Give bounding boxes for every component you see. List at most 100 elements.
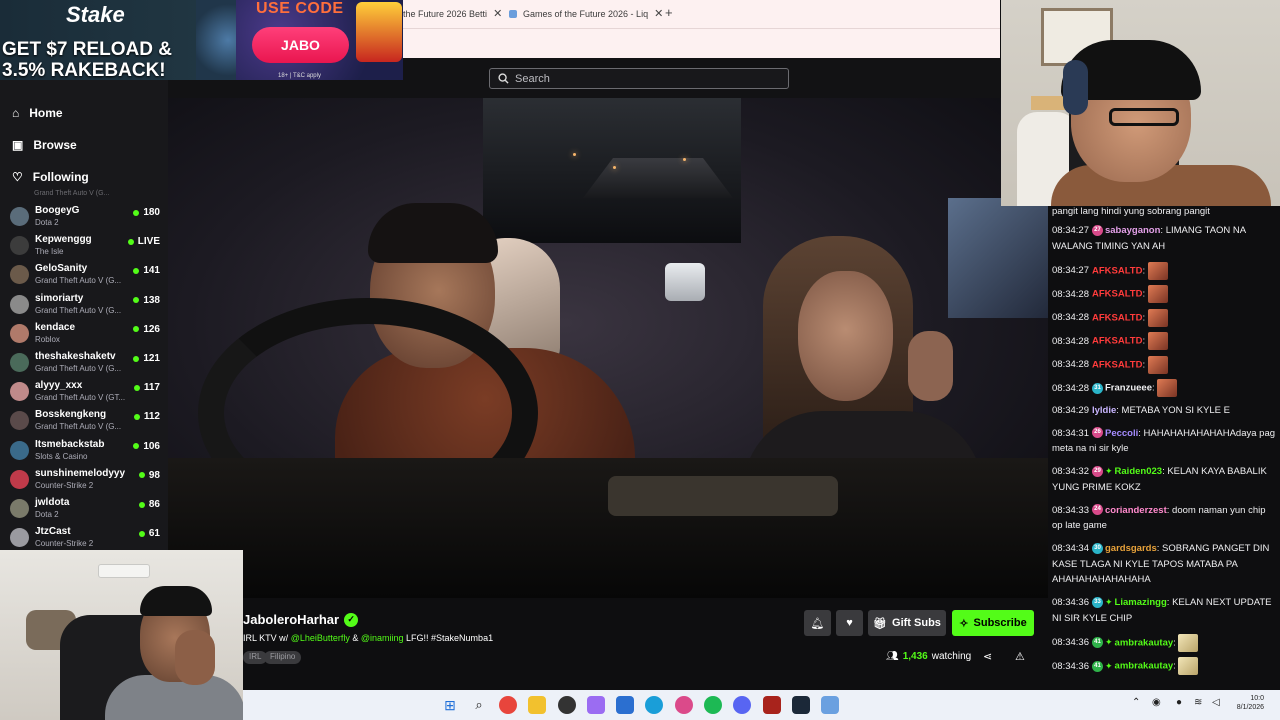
sidebar-channel-item[interactable]: BoogeyG Dota 2 180 (10, 204, 160, 232)
sidebar-channel-item[interactable]: jwldota Dota 2 86 (10, 496, 160, 524)
sidebar-channel-item[interactable]: simoriarty Grand Theft Auto V (G... 138 (10, 292, 160, 320)
report-icon[interactable]: ⚠ (1015, 650, 1025, 663)
live-dot-icon (133, 326, 140, 333)
gift-subs-button[interactable]: 🎁︎ Gift Subs (868, 610, 946, 636)
sidebar-channel-item[interactable]: GeloSanity Grand Theft Auto V (G... 141 (10, 262, 160, 290)
chat-username[interactable]: AFKSALTD (1092, 312, 1142, 323)
steam-icon[interactable] (792, 696, 810, 714)
nav-following[interactable]: ♡ Following (12, 170, 89, 184)
sub-badge-icon: 27 (1091, 224, 1103, 236)
tab-title: Games of the Future 2026 - Liq (523, 8, 649, 19)
search-input[interactable] (515, 72, 775, 85)
edge-icon[interactable] (645, 696, 663, 714)
file-explorer-icon[interactable] (528, 696, 546, 714)
chat-username[interactable]: ambrakautay (1115, 637, 1174, 648)
diamond-badge-icon: ✦ (1104, 466, 1113, 476)
mention-link[interactable]: @LheiButterfly (291, 633, 350, 643)
sidebar-channel-item[interactable]: sunshinemelodyyy Counter-Strike 2 98 (10, 467, 160, 495)
chat-username[interactable]: Franzueee (1105, 383, 1152, 394)
sidebar-channel-item[interactable]: alyyy_xxx Grand Theft Auto V (GT... 117 (10, 379, 160, 407)
tray-app-icon[interactable]: ◉ (1152, 697, 1161, 708)
search-box[interactable] (489, 68, 789, 89)
chat-username[interactable]: AFKSALTD (1092, 336, 1142, 347)
discord-icon[interactable] (733, 696, 751, 714)
store-icon[interactable] (616, 696, 634, 714)
copilot-icon[interactable] (587, 696, 605, 714)
diamond-badge-icon: ✦ (1104, 637, 1113, 648)
chat-username[interactable]: ambrakautay (1115, 661, 1174, 672)
browser-tab-strip: the Future 2026 Betti ✕ Games of the Fut… (403, 0, 1000, 58)
channel-viewers: 117 (133, 382, 160, 393)
chat-text: : (1173, 660, 1176, 672)
ad-banner[interactable]: Stake GET $7 RELOAD & 3.5% RAKEBACK! USE… (0, 0, 403, 80)
channel-game: Counter-Strike 2 (35, 539, 94, 549)
windows-start-icon[interactable]: ⊞ (441, 696, 459, 714)
app-icon[interactable] (558, 696, 576, 714)
taskbar-search-icon[interactable]: ⌕ (470, 696, 488, 714)
wifi-icon[interactable]: ≋ (1194, 697, 1202, 708)
headset (1063, 60, 1088, 115)
streamer-name[interactable]: JaboleroHarhar ✓ (243, 612, 359, 627)
ad-promo-code[interactable]: JABO (252, 27, 349, 63)
follow-button[interactable]: ♥ (836, 610, 863, 636)
chat-username[interactable]: Peccoli (1105, 428, 1138, 439)
new-tab-icon[interactable]: + (665, 5, 673, 20)
sub-badge-icon: 24 (1091, 504, 1103, 516)
microphone-icon[interactable]: ● (1176, 697, 1182, 708)
chat-username[interactable]: AFKSALTD (1092, 289, 1142, 300)
channel-viewers: 61 (138, 528, 160, 539)
chat-panel: pangit lang hindi yung sobrang pangit 08… (1048, 204, 1280, 690)
sidebar-channel-item[interactable]: Bosskengkeng Grand Theft Auto V (G... 112 (10, 408, 160, 436)
notification-bell-button[interactable]: 🔔︎ (804, 610, 831, 636)
search-icon (498, 73, 509, 84)
nav-browse[interactable]: ▣ Browse (12, 138, 77, 152)
ad-ball-graphic (196, 0, 236, 80)
chat-username[interactable]: gardsgards (1105, 543, 1157, 554)
close-tab-icon[interactable]: ✕ (493, 7, 502, 20)
channel-game: Grand Theft Auto V (G... (35, 422, 122, 432)
nav-home[interactable]: ⌂ Home (12, 106, 63, 120)
passenger-face (798, 271, 893, 401)
tab-favicon-icon (509, 9, 517, 18)
chrome-icon[interactable] (499, 696, 517, 714)
chrome-profile-icon[interactable] (675, 696, 693, 714)
chat-username[interactable]: sabayganon (1105, 225, 1160, 236)
dota-icon[interactable] (763, 696, 781, 714)
subscribe-button[interactable]: ✧ Subscribe (952, 610, 1034, 636)
browser-tab[interactable]: the Future 2026 Betti ✕ (403, 6, 502, 21)
street-light (683, 158, 686, 161)
channel-game: Dota 2 (35, 510, 59, 519)
volume-icon[interactable]: ◁ (1212, 697, 1220, 708)
share-icon[interactable]: ⋖ (983, 650, 992, 663)
notepad-icon[interactable] (821, 696, 839, 714)
chat-username[interactable]: AFKSALTD (1092, 359, 1142, 370)
chat-username[interactable]: corianderzest (1105, 505, 1167, 516)
spotify-icon[interactable] (704, 696, 722, 714)
chat-timestamp: 08:34:36 (1052, 660, 1089, 672)
chat-username[interactable]: Raiden023 (1115, 466, 1163, 477)
glasses (1109, 108, 1179, 126)
sidebar-channel-item[interactable]: theshakeshaketv Grand Theft Auto V (G... 1… (10, 350, 160, 378)
mention-link[interactable]: @inamiing (361, 633, 404, 643)
sidebar-channel-item[interactable]: Kepwenggg The Isle LIVE (10, 233, 160, 261)
tray-chevron-icon[interactable]: ⌃ (1132, 697, 1140, 708)
channel-avatar (10, 382, 29, 402)
viewers-icon: 👥︎ (886, 651, 899, 662)
sidebar-channel-item[interactable]: Itsmebackstab Slots & Casino 106 (10, 438, 160, 466)
channel-name: jwldota (35, 497, 70, 508)
video-player[interactable] (168, 98, 1048, 598)
chat-username[interactable]: lyldie (1092, 405, 1116, 416)
channel-viewer-count: 112 (143, 411, 160, 423)
system-clock[interactable]: 10:0 8/1/2026 (1228, 694, 1264, 712)
ad-use-code-label: USE CODE (256, 0, 344, 17)
chat-username[interactable]: Liamazingg (1115, 597, 1167, 608)
tag-filipino[interactable]: Filipino (264, 651, 302, 664)
chat-username[interactable]: AFKSALTD (1092, 265, 1142, 276)
sidebar-channel-item[interactable]: kendace Roblox 126 (10, 321, 160, 349)
close-tab-icon[interactable]: ✕ (654, 7, 663, 20)
browser-tab[interactable]: Games of the Future 2026 - Liq ✕ (509, 6, 663, 21)
sidebar-channel-item[interactable]: JtzCast Counter-Strike 2 61 (10, 525, 160, 553)
heart-icon: ♡ (12, 170, 23, 184)
channel-game: The Isle (35, 247, 64, 257)
channel-avatar (10, 469, 29, 489)
